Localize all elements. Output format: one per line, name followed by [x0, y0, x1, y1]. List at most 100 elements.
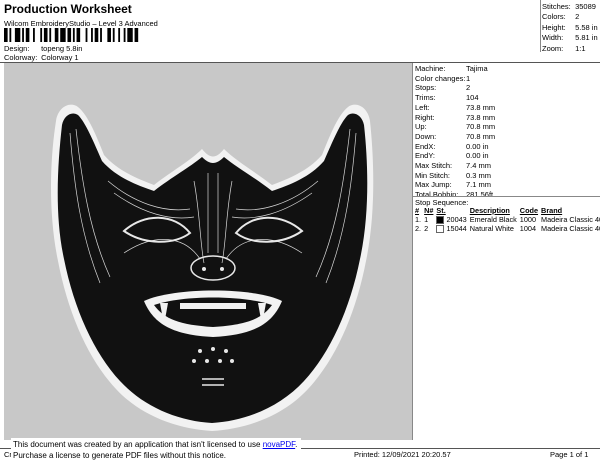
design-label: Design:	[4, 44, 30, 53]
stat-value: 1:1	[575, 43, 586, 53]
machine-row: Stops: 2	[415, 83, 495, 93]
machine-row: EndX: 0.00 in	[415, 142, 495, 152]
colorway-label: Colorway:	[4, 53, 38, 62]
row-number: 2.	[415, 224, 422, 234]
notice-line-2: Purchase a license to generate PDF files…	[13, 450, 226, 460]
machine-row: Max Jump: 7.1 mm	[415, 180, 495, 190]
col-header: Code	[519, 206, 539, 215]
embroidery-mask-image	[51, 104, 374, 431]
machine-label: Trims:	[415, 93, 436, 103]
stat-row: Height: 5.58 in	[542, 23, 598, 33]
thread-brand: Madeira Classic 40	[541, 215, 600, 225]
design-row: Design: topeng 5.8in	[4, 44, 82, 53]
machine-label: EndY:	[415, 151, 436, 161]
machine-value: 73.8 mm	[466, 102, 496, 112]
machine-label: Max Stitch:	[415, 161, 453, 171]
machine-label: Up:	[415, 122, 427, 132]
machine-row: Down: 70.8 mm	[415, 132, 495, 142]
needle-number: 2	[424, 224, 429, 234]
notice-text: This document was created by an applicat…	[13, 440, 261, 449]
machine-label: EndX:	[415, 141, 436, 151]
col-header: Brand	[541, 206, 563, 215]
stat-row: Width: 5.81 in	[542, 33, 598, 43]
machine-value: 0.00 in	[466, 141, 489, 151]
stat-label: Width:	[542, 33, 564, 43]
stat-label: Colors:	[542, 12, 566, 22]
colorway-row: Colorway: Colorway 1	[4, 53, 79, 62]
machine-value: 281.56ft	[466, 190, 494, 200]
stat-label: Zoom:	[542, 43, 564, 53]
stat-label: Stitches:	[542, 2, 571, 11]
stat-value: 5.81 in	[575, 33, 598, 43]
thread-description: Emerald Black	[469, 215, 517, 225]
printed-timestamp: Printed: 12/09/2021 20:20.57	[354, 450, 451, 459]
stitch-count: 20043	[446, 215, 467, 224]
col-header: St.	[436, 206, 446, 215]
machine-value: 7.4 mm	[466, 161, 492, 171]
thread-code: 1004	[519, 224, 537, 234]
machine-label: Right:	[415, 112, 435, 122]
machine-row: Right: 73.8 mm	[415, 113, 495, 123]
machine-row: Up: 70.8 mm	[415, 122, 495, 132]
machine-value: Tajima	[466, 64, 488, 73]
stat-row: Stitches: 35089	[542, 2, 598, 12]
thread-brand: Madeira Classic 40	[541, 224, 600, 234]
license-notice: This document was created by an applicat…	[11, 438, 301, 461]
notice-line-1: This document was created by an applicat…	[13, 440, 299, 451]
machine-label: Min Stitch:	[415, 170, 451, 180]
machine-value: 70.8 mm	[466, 122, 496, 132]
panel-divider	[412, 63, 413, 440]
row-number: 1.	[415, 215, 422, 225]
thread-description: Natural White	[469, 224, 514, 234]
stitch-cell: 15044	[435, 224, 468, 234]
notice-period: .	[295, 440, 298, 449]
needle-number: 1	[424, 215, 429, 225]
machine-value: 0.3 mm	[466, 170, 492, 180]
col-header: Description	[469, 206, 510, 215]
machine-row: Color changes:1	[415, 74, 495, 84]
stat-label: Height:	[542, 22, 566, 32]
machine-label: Color changes:	[415, 73, 466, 83]
machine-value: 70.8 mm	[466, 131, 496, 141]
barcode	[4, 28, 139, 42]
page-title: Production Worksheet	[4, 2, 132, 16]
machine-value: 104	[466, 93, 479, 103]
col-header: N#	[424, 206, 434, 215]
color-swatch	[436, 225, 445, 234]
novapdf-link[interactable]: novaPDF	[263, 440, 295, 449]
machine-value: 0.00 in	[466, 151, 489, 161]
machine-label: Machine:	[415, 64, 446, 73]
stop-sequence-divider	[413, 196, 600, 197]
stats-panel: Stitches: 35089 Colors: 2 Height: 5.58 i…	[542, 2, 598, 54]
stats-divider	[540, 0, 541, 52]
machine-value: 73.8 mm	[466, 112, 496, 122]
machine-row: Machine: Tajima	[415, 64, 495, 74]
machine-label: Max Jump:	[415, 180, 452, 190]
machine-label: Left:	[415, 102, 430, 112]
machine-value: 1	[466, 73, 471, 83]
software-subtitle: Wilcom EmbroideryStudio – Level 3 Advanc…	[4, 19, 158, 28]
colorway-value: Colorway 1	[41, 53, 79, 62]
machine-row: EndY: 0.00 in	[415, 151, 495, 161]
stat-row: Zoom: 1:1	[542, 44, 598, 54]
design-preview[interactable]	[4, 63, 412, 440]
thread-code: 1000	[519, 215, 537, 225]
machine-label: Stops:	[415, 83, 437, 93]
design-value: topeng 5.8in	[41, 44, 83, 53]
machine-row: Left: 73.8 mm	[415, 103, 495, 113]
stat-value: 35089	[575, 2, 596, 11]
table-header-row: # N# St. Description Code Brand	[414, 206, 600, 215]
machine-value: 7.1 mm	[466, 180, 492, 190]
machine-row: Max Stitch: 7.4 mm	[415, 161, 495, 171]
stat-value: 2	[575, 12, 580, 22]
stat-value: 5.58 in	[575, 22, 598, 32]
stat-row: Colors: 2	[542, 12, 598, 22]
machine-row: Min Stitch: 0.3 mm	[415, 171, 495, 181]
color-swatch	[436, 216, 445, 225]
machine-value: 2	[466, 83, 471, 93]
page-number: Page 1 of 1	[550, 450, 589, 459]
machine-row: Trims: 104	[415, 93, 495, 103]
table-row: 2. 2 15044 Natural White 1004 Madeira Cl…	[414, 224, 600, 234]
machine-label: Down:	[415, 131, 437, 141]
stitch-cell: 20043	[435, 215, 468, 225]
